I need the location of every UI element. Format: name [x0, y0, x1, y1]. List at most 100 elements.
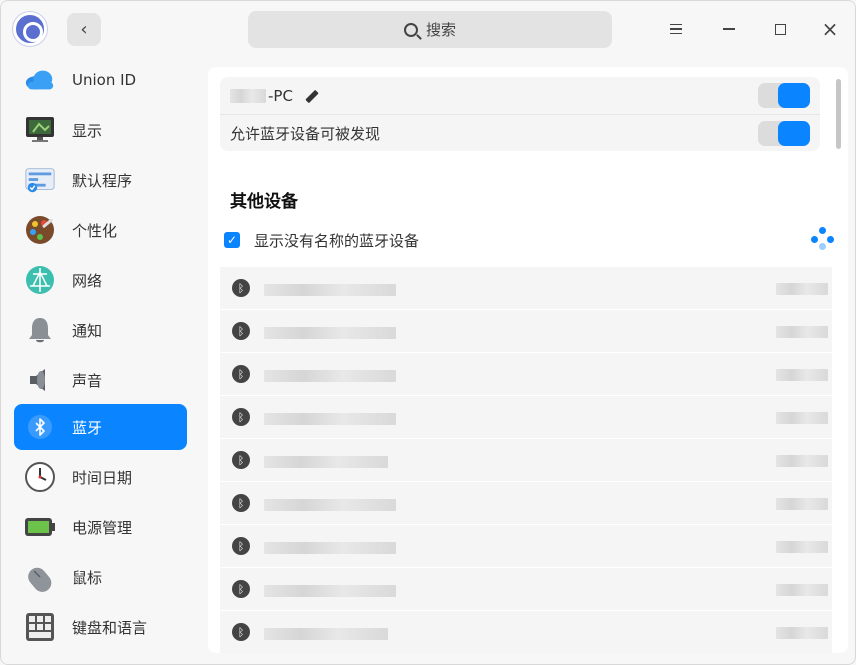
- speaker-icon: [24, 364, 56, 396]
- back-button[interactable]: ‹: [67, 13, 101, 46]
- show-unnamed-checkbox[interactable]: ✓: [224, 232, 240, 248]
- device-row[interactable]: ᛒ: [220, 310, 832, 352]
- redacted-device-name: [264, 628, 388, 640]
- sidebar-item-keyboard-language[interactable]: 键盘和语言: [14, 604, 187, 650]
- menu-button[interactable]: [661, 14, 691, 44]
- redacted-device-status: [776, 283, 828, 295]
- search-placeholder: 搜索: [425, 21, 456, 39]
- redacted-device-name: [264, 327, 396, 339]
- sidebar-item-bluetooth[interactable]: 蓝牙: [14, 404, 187, 450]
- redacted-device-status: [776, 412, 828, 424]
- keyboard-icon: [24, 611, 56, 643]
- battery-icon: [24, 511, 56, 543]
- sidebar-item-mouse[interactable]: 鼠标: [14, 554, 187, 600]
- discoverable-toggle[interactable]: [758, 121, 810, 146]
- sidebar-item-label: 电源管理: [72, 518, 133, 537]
- sidebar: Union ID 显示 默认程序 个性化 网络 通知 声音 蓝牙 时间日期 电源…: [1, 57, 198, 664]
- redacted-device-name: [264, 370, 396, 382]
- bluetooth-icon: [24, 411, 56, 443]
- palette-icon: [24, 214, 56, 246]
- adapter-name-row: -PC: [220, 77, 820, 114]
- sidebar-item-sound[interactable]: 声音: [14, 357, 187, 403]
- toggle-knob: [778, 121, 810, 146]
- redacted-device-status: [776, 369, 828, 381]
- search-input[interactable]: 搜索: [248, 11, 612, 48]
- monitor-icon: [24, 114, 56, 146]
- menu-icon: [670, 24, 682, 34]
- bluetooth-power-toggle[interactable]: [758, 83, 810, 108]
- redacted-device-name: [264, 456, 388, 468]
- redacted-device-name: [264, 542, 396, 554]
- maximize-button[interactable]: [765, 14, 795, 44]
- sidebar-item-network[interactable]: 网络: [14, 257, 187, 303]
- sidebar-item-label: 个性化: [72, 221, 118, 240]
- sidebar-item-label: 时间日期: [72, 468, 133, 487]
- bluetooth-device-icon: ᛒ: [232, 279, 250, 297]
- spinner-dot: [827, 236, 834, 243]
- maximize-icon: [774, 23, 786, 35]
- device-row[interactable]: ᛒ: [220, 611, 832, 653]
- default-apps-icon: [24, 164, 56, 196]
- sidebar-item-power[interactable]: 电源管理: [14, 504, 187, 550]
- minimize-icon: [723, 28, 735, 30]
- redacted-device-name: [264, 585, 396, 597]
- sidebar-item-notifications[interactable]: 通知: [14, 307, 187, 353]
- sidebar-item-display[interactable]: 显示: [14, 107, 187, 153]
- control-center-window: ‹ 搜索 × Union ID 显示 默认程序 个性化 网络 通知 声音 蓝牙 …: [0, 0, 856, 665]
- bluetooth-device-icon: ᛒ: [232, 537, 250, 555]
- sidebar-item-personalization[interactable]: 个性化: [14, 207, 187, 253]
- minimize-button[interactable]: [714, 14, 744, 44]
- show-unnamed-label: 显示没有名称的蓝牙设备: [254, 231, 420, 250]
- toggle-knob: [778, 83, 810, 108]
- device-row[interactable]: ᛒ: [220, 267, 832, 309]
- search-icon: [403, 22, 418, 37]
- edit-pencil-icon[interactable]: [303, 88, 319, 104]
- device-row[interactable]: ᛒ: [220, 353, 832, 395]
- cloud-icon: [24, 64, 56, 96]
- redacted-device-status: [776, 455, 828, 467]
- other-devices-title: 其他设备: [230, 192, 298, 212]
- spinner-dot: [811, 236, 818, 243]
- bluetooth-adapter-card: -PC 允许蓝牙设备可被发现: [220, 77, 820, 151]
- redacted-device-name: [264, 284, 396, 296]
- discoverable-row: 允许蓝牙设备可被发现: [220, 114, 820, 151]
- bluetooth-settings-panel: -PC 允许蓝牙设备可被发现 其他设备 ✓ 显示没有名称的蓝牙设备 ᛒ ᛒ ᛒ …: [208, 67, 848, 653]
- sidebar-item-label: 通知: [72, 321, 103, 340]
- control-center-logo-icon: [13, 12, 47, 46]
- device-row[interactable]: ᛒ: [220, 568, 832, 610]
- spinner-dot: [819, 227, 826, 234]
- show-unnamed-devices-row[interactable]: ✓ 显示没有名称的蓝牙设备: [224, 229, 419, 251]
- sidebar-item-label: 蓝牙: [72, 418, 103, 437]
- bluetooth-device-icon: ᛒ: [232, 451, 250, 469]
- bluetooth-device-icon: ᛒ: [232, 365, 250, 383]
- bluetooth-device-icon: ᛒ: [232, 494, 250, 512]
- sidebar-item-label: 默认程序: [72, 171, 133, 190]
- sidebar-item-label: 键盘和语言: [72, 618, 148, 637]
- sidebar-item-label: 声音: [72, 371, 103, 390]
- device-row[interactable]: ᛒ: [220, 482, 832, 524]
- redacted-device-name: [264, 413, 396, 425]
- sidebar-item-datetime[interactable]: 时间日期: [14, 454, 187, 500]
- adapter-name-suffix: -PC: [268, 86, 293, 105]
- sidebar-item-label: Union ID: [72, 71, 137, 89]
- content-scrollbar[interactable]: [836, 79, 841, 149]
- titlebar: ‹ 搜索 ×: [1, 1, 855, 57]
- bluetooth-device-icon: ᛒ: [232, 623, 250, 641]
- other-devices-list: ᛒ ᛒ ᛒ ᛒ ᛒ ᛒ ᛒ ᛒ ᛒ: [220, 267, 832, 653]
- close-button[interactable]: ×: [815, 14, 845, 44]
- clock-icon: [24, 461, 56, 493]
- sidebar-item-union-id[interactable]: Union ID: [14, 57, 187, 103]
- redacted-device-name: [230, 88, 266, 103]
- device-row[interactable]: ᛒ: [220, 439, 832, 481]
- network-icon: [24, 264, 56, 296]
- bluetooth-device-icon: ᛒ: [232, 322, 250, 340]
- spinner-dot: [819, 243, 826, 250]
- bell-icon: [24, 314, 56, 346]
- sidebar-item-label: 网络: [72, 271, 103, 290]
- scanning-spinner-icon: [811, 227, 835, 251]
- sidebar-item-default-apps[interactable]: 默认程序: [14, 157, 187, 203]
- device-row[interactable]: ᛒ: [220, 396, 832, 438]
- device-row[interactable]: ᛒ: [220, 525, 832, 567]
- redacted-device-name: [264, 499, 396, 511]
- close-icon: ×: [821, 17, 839, 41]
